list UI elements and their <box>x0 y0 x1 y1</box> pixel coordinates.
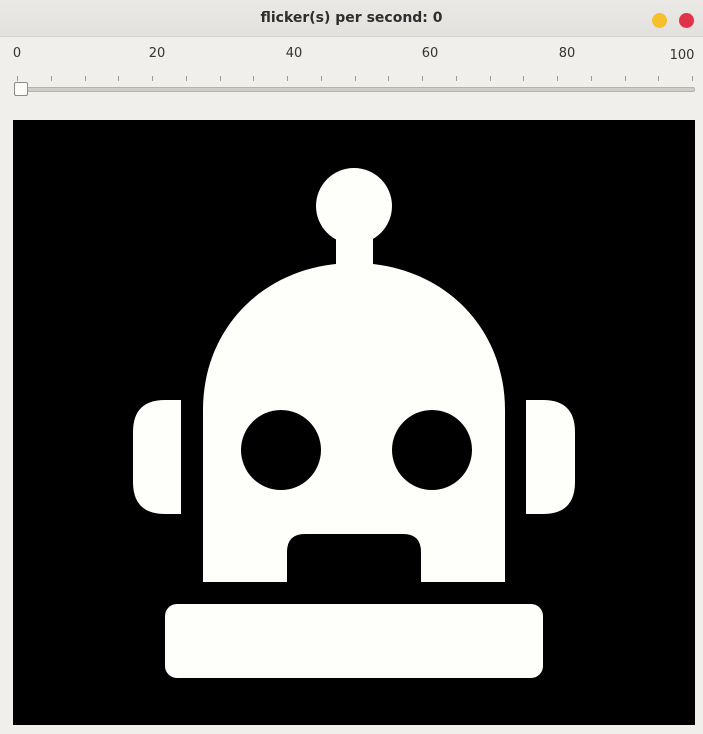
slider-tick <box>17 76 18 81</box>
right-ear <box>526 400 575 514</box>
slider-tick <box>591 76 592 81</box>
slider-tick <box>355 76 356 81</box>
right-eye <box>392 410 472 490</box>
title-bar[interactable]: flicker(s) per second: 0 <box>0 0 703 37</box>
slider-tick <box>152 76 153 81</box>
slider-tick <box>456 76 457 81</box>
slider-tick <box>321 76 322 81</box>
tick-label-0: 0 <box>12 46 22 61</box>
window-title: flicker(s) per second: 0 <box>260 10 443 26</box>
slider-handle[interactable] <box>14 82 28 96</box>
minimize-button[interactable] <box>652 13 667 28</box>
slider-tick <box>85 76 86 81</box>
tick-label-100: 100 <box>669 48 695 63</box>
slider-tick <box>625 76 626 81</box>
robot-base-bar <box>165 604 543 678</box>
slider-tick <box>220 76 221 81</box>
close-button[interactable] <box>679 13 694 28</box>
tick-label-80: 80 <box>558 46 576 61</box>
slider-tick <box>287 76 288 81</box>
slider-tick <box>51 76 52 81</box>
left-eye <box>241 410 321 490</box>
slider-tick <box>490 76 491 81</box>
tick-label-60: 60 <box>421 46 439 61</box>
slider-track[interactable] <box>14 87 695 92</box>
tick-label-20: 20 <box>148 46 166 61</box>
flicker-canvas <box>13 120 695 725</box>
tick-label-40: 40 <box>285 46 303 61</box>
slider-tick <box>692 76 693 81</box>
app-window: flicker(s) per second: 0 0 20 40 60 80 1… <box>0 0 703 734</box>
slider-tick <box>388 76 389 81</box>
slider-tick <box>118 76 119 81</box>
flicker-rate-slider[interactable]: 0 20 40 60 80 100 <box>0 37 703 117</box>
robot-head-icon <box>133 168 575 678</box>
slider-tick <box>658 76 659 81</box>
slider-tick <box>253 76 254 81</box>
slider-tick <box>422 76 423 81</box>
left-ear <box>133 400 181 514</box>
slider-tick <box>186 76 187 81</box>
slider-tick <box>523 76 524 81</box>
slider-tick <box>557 76 558 81</box>
